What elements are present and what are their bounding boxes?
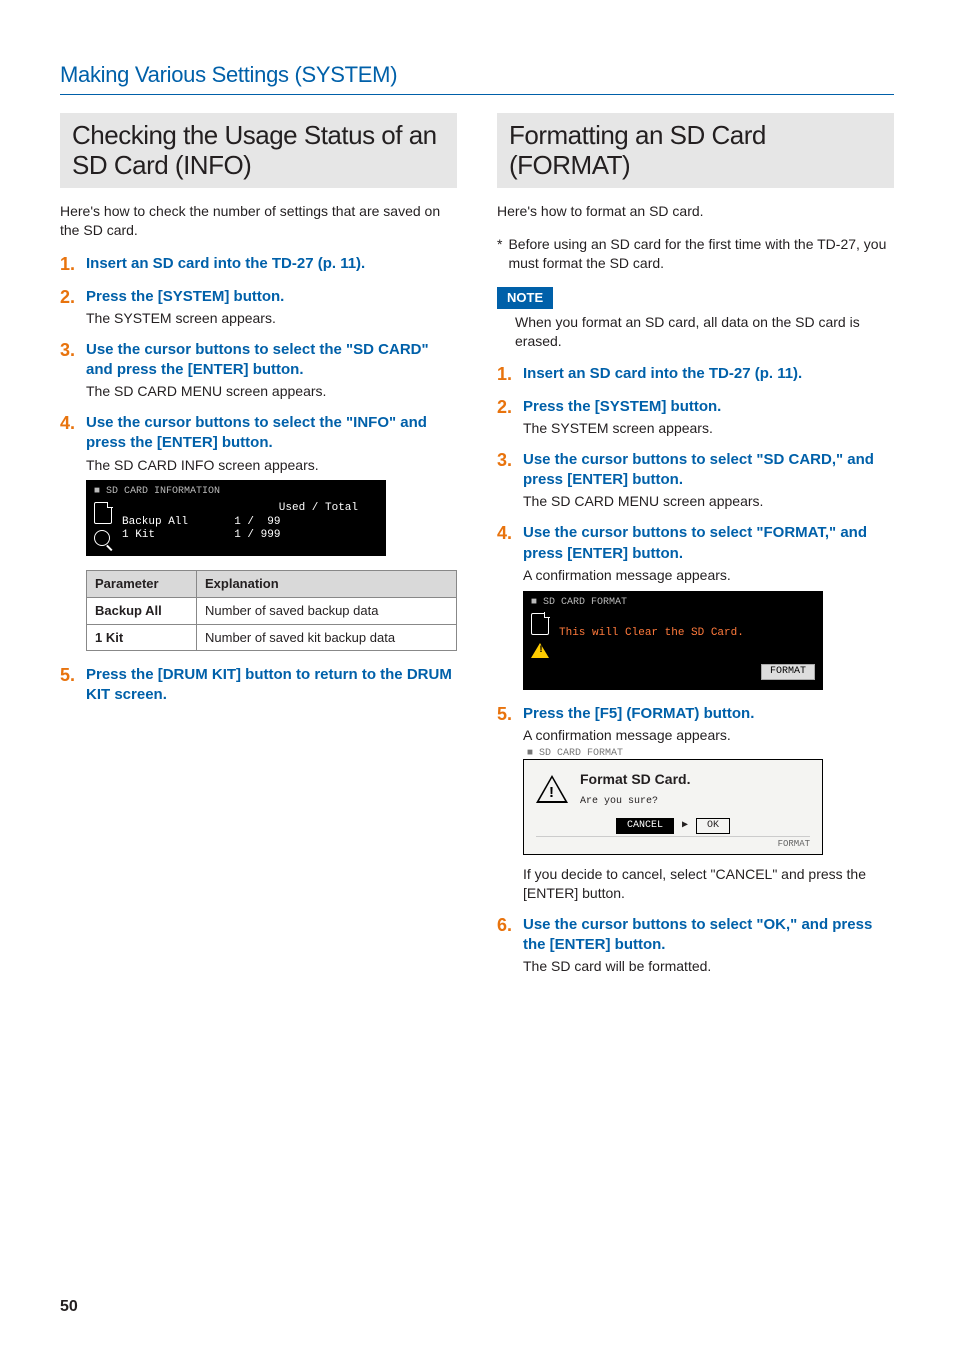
step-5: Press the [F5] (FORMAT) button. A confir… — [497, 704, 894, 903]
lcd-title: ■ SD CARD FORMAT — [531, 597, 815, 609]
step-body: The SD CARD MENU screen appears. — [86, 382, 457, 401]
step-body: The SD CARD INFO screen appears. — [86, 456, 457, 475]
step-body: The SD CARD MENU screen appears. — [523, 492, 894, 511]
warning-icon — [536, 775, 568, 803]
step-3: Use the cursor buttons to select the "SD… — [60, 340, 457, 401]
step-head: Insert an SD card into the TD-27 (p. 11)… — [523, 364, 894, 384]
step-4: Use the cursor buttons to select the "IN… — [60, 413, 457, 651]
format-button[interactable]: FORMAT — [761, 664, 815, 680]
lcd-row-label: 1 Kit — [122, 529, 155, 541]
intro-right: Here's how to format an SD card. — [497, 202, 894, 221]
section-title-info: Checking the Usage Status of an SD Card … — [60, 113, 457, 189]
table-row: Backup All Number of saved backup data — [87, 597, 457, 624]
lcd-message: This will Clear the SD Card. — [559, 613, 815, 640]
step-1: Insert an SD card into the TD-27 (p. 11)… — [497, 364, 894, 384]
note-block: NOTE When you format an SD card, all dat… — [497, 287, 894, 350]
lcd-row-value: 1 / 99 — [234, 516, 280, 528]
section-title-format: Formatting an SD Card (FORMAT) — [497, 113, 894, 189]
step-body: A confirmation message appears. — [523, 726, 894, 745]
lcd-title-text: SD CARD INFORMATION — [106, 486, 220, 497]
table-row: 1 Kit Number of saved kit backup data — [87, 624, 457, 651]
step-body: The SYSTEM screen appears. — [86, 309, 457, 328]
step-2: Press the [SYSTEM] button. The SYSTEM sc… — [60, 287, 457, 328]
step-head: Use the cursor buttons to select the "SD… — [86, 340, 457, 381]
step-4: Use the cursor buttons to select "FORMAT… — [497, 523, 894, 689]
footnote-text: Before using an SD card for the first ti… — [508, 235, 894, 273]
table-header: Explanation — [197, 571, 457, 598]
sd-card-icon — [94, 502, 112, 524]
table-cell: Backup All — [87, 597, 197, 624]
steps-right: Insert an SD card into the TD-27 (p. 11)… — [497, 364, 894, 976]
step-head: Use the cursor buttons to select the "IN… — [86, 413, 457, 454]
arrow-right-icon: ▶ — [682, 819, 688, 833]
step-body: The SYSTEM screen appears. — [523, 419, 894, 438]
intro-left: Here's how to check the number of settin… — [60, 202, 457, 240]
step-head: Use the cursor buttons to select "OK," a… — [523, 915, 894, 956]
lcd-title: ■ SD CARD INFORMATION — [94, 486, 378, 498]
lcd-sd-card-format: ■ SD CARD FORMAT This will Clear the SD … — [523, 591, 823, 690]
step-head: Use the cursor buttons to select "SD CAR… — [523, 450, 894, 491]
step-body: The SD card will be formatted. — [523, 957, 894, 976]
step-body: A confirmation message appears. — [523, 566, 894, 585]
lcd-data: Used / TotalBackup All 1 / 99 1 Kit 1 / … — [122, 502, 378, 542]
step-head: Press the [SYSTEM] button. — [523, 397, 894, 417]
magnifier-icon — [94, 530, 110, 546]
step-head: Use the cursor buttons to select "FORMAT… — [523, 523, 894, 564]
lcd-title-text: SD CARD FORMAT — [543, 597, 627, 608]
step-6: Use the cursor buttons to select "OK," a… — [497, 915, 894, 976]
left-column: Checking the Usage Status of an SD Card … — [60, 113, 457, 988]
step-2: Press the [SYSTEM] button. The SYSTEM sc… — [497, 397, 894, 438]
lcd-row-value: 1 / 999 — [234, 529, 280, 541]
steps-left: Insert an SD card into the TD-27 (p. 11)… — [60, 254, 457, 705]
sd-card-icon — [531, 613, 549, 635]
ok-button[interactable]: OK — [696, 818, 730, 834]
dialog-title: Format SD Card. — [580, 770, 810, 789]
right-column: Formatting an SD Card (FORMAT) Here's ho… — [497, 113, 894, 988]
lcd-confirm-dialog: Format SD Card. Are you sure? CANCEL ▶ O… — [523, 759, 823, 855]
lcd-sd-card-info: ■ SD CARD INFORMATION Used / TotalBackup… — [86, 480, 386, 556]
dialog-footer: FORMAT — [536, 836, 810, 850]
note-text: When you format an SD card, all data on … — [497, 313, 894, 351]
step-5: Press the [DRUM KIT] button to return to… — [60, 665, 457, 706]
note-label: NOTE — [497, 287, 553, 309]
table-header: Parameter — [87, 571, 197, 598]
table-cell: Number of saved kit backup data — [197, 624, 457, 651]
lcd-row-label: Backup All — [122, 516, 188, 528]
step-body: If you decide to cancel, select "CANCEL"… — [523, 865, 894, 903]
step-head: Press the [DRUM KIT] button to return to… — [86, 665, 457, 706]
step-head: Insert an SD card into the TD-27 (p. 11)… — [86, 254, 457, 274]
step-3: Use the cursor buttons to select "SD CAR… — [497, 450, 894, 511]
cancel-button[interactable]: CANCEL — [616, 818, 674, 834]
breadcrumb: Making Various Settings (SYSTEM) — [60, 60, 894, 95]
footnote: *Before using an SD card for the first t… — [497, 235, 894, 273]
dialog-question: Are you sure? — [580, 795, 810, 809]
page-number: 50 — [60, 1296, 78, 1318]
step-head: Press the [SYSTEM] button. — [86, 287, 457, 307]
step-head: Press the [F5] (FORMAT) button. — [523, 704, 894, 724]
table-cell: 1 Kit — [87, 624, 197, 651]
parameter-table: Parameter Explanation Backup All Number … — [86, 570, 457, 651]
warning-icon — [531, 643, 549, 658]
step-1: Insert an SD card into the TD-27 (p. 11)… — [60, 254, 457, 274]
table-cell: Number of saved backup data — [197, 597, 457, 624]
lcd-col-header: Used / Total — [122, 502, 378, 515]
